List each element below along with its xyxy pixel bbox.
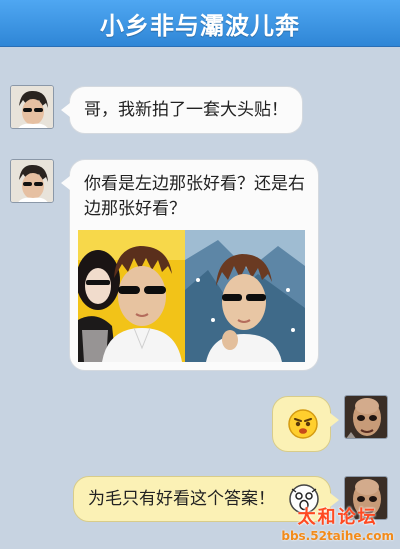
message-bubble[interactable]: 哥，我新拍了一套大头贴！: [61, 86, 303, 134]
forum-watermark: 太和论坛 bbs.52taihe.com: [281, 503, 394, 543]
message-bubble[interactable]: [272, 396, 339, 452]
angry-face-emoji-icon: [288, 409, 318, 439]
watermark-name: 太和论坛: [297, 507, 378, 528]
bubble-tail: [330, 413, 339, 427]
message-text: 你看是左边那张好看？还是右边那张好看？: [84, 174, 305, 219]
user-avatar[interactable]: [344, 395, 388, 439]
contact-avatar[interactable]: [10, 159, 54, 203]
message-text: 哥，我新拍了一套大头贴！: [84, 100, 288, 120]
message-bubble[interactable]: 你看是左边那张好看？还是右边那张好看？: [61, 159, 319, 371]
photo-attachment[interactable]: [78, 230, 305, 362]
message-text: 为毛只有好看这个答案！: [88, 489, 275, 509]
bubble-tail: [61, 103, 70, 117]
watermark-url: bbs.52taihe.com: [281, 529, 394, 543]
chat-title: 小乡非与灞波儿奔: [100, 11, 300, 40]
title-bar: 小乡非与灞波儿奔: [0, 0, 400, 47]
contact-avatar[interactable]: [10, 85, 54, 129]
bubble-tail: [61, 176, 70, 190]
